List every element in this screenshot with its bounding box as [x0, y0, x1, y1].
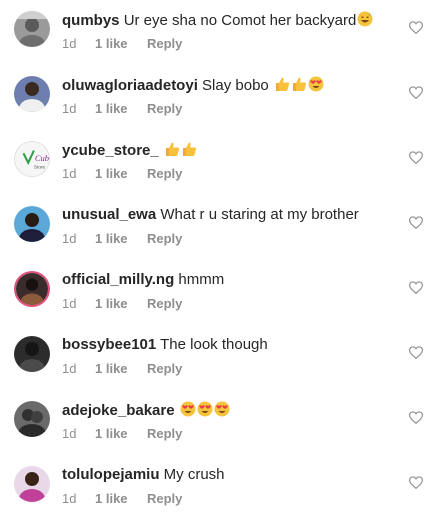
thumbs-up-emoji-icon — [164, 141, 180, 157]
comment-text: Slay bobo — [202, 77, 269, 94]
comment-item: bossybee101 The look though 1d 1 like Repl… — [0, 325, 443, 390]
reply-button[interactable]: Reply — [147, 166, 182, 181]
thumbs-up-emoji-icon — [291, 76, 307, 92]
comment-time: 1d — [62, 296, 77, 311]
like-heart-icon[interactable] — [409, 151, 423, 164]
like-heart-icon[interactable] — [409, 346, 423, 359]
comment-username[interactable]: official_milly.ng — [62, 271, 174, 288]
comment-text: What r u staring at my brother — [160, 206, 359, 223]
comment-item: qumbys Ur eye sha no Comot her backyard … — [0, 0, 443, 65]
comment-text: Ur eye sha no Comot her backyard — [123, 12, 357, 29]
grin-sweat-emoji-icon — [357, 11, 373, 27]
comment-likes[interactable]: 1 like — [95, 166, 147, 181]
comment-likes[interactable]: 1 like — [95, 491, 147, 506]
comment-time: 1d — [62, 36, 77, 51]
like-heart-icon[interactable] — [409, 216, 423, 229]
comment-likes[interactable]: 1 like — [95, 361, 147, 376]
thumbs-up-emoji-icon — [274, 76, 290, 92]
comment-item: CubeStore ycube_store_ 1d 1 likeReply — [0, 130, 443, 195]
avatar[interactable] — [14, 11, 50, 47]
comment-item: official_milly.ng hmmm 1d 1 like Reply — [0, 260, 443, 325]
heart-eyes-emoji-icon — [308, 76, 324, 92]
avatar[interactable] — [14, 401, 50, 437]
reply-button[interactable]: Reply — [147, 36, 182, 51]
reply-button[interactable]: Reply — [147, 296, 182, 311]
avatar[interactable] — [14, 76, 50, 112]
heart-eyes-emoji-icon — [180, 401, 196, 417]
comment-text: The look though — [160, 336, 268, 353]
comment-likes[interactable]: 1 like — [95, 231, 147, 246]
heart-eyes-emoji-icon — [197, 401, 213, 417]
comment-time: 1d — [62, 231, 77, 246]
avatar[interactable]: CubeStore — [14, 141, 50, 177]
comment-time: 1d — [62, 426, 77, 441]
reply-button[interactable]: Reply — [147, 231, 182, 246]
heart-eyes-emoji-icon — [214, 401, 230, 417]
comment-time: 1d — [62, 361, 77, 376]
like-heart-icon[interactable] — [409, 476, 423, 489]
comment-username[interactable]: tolulopejamiu — [62, 466, 160, 483]
comment-item: unusual_ewa What r u staring at my broth… — [0, 195, 443, 260]
comment-username[interactable]: qumbys — [62, 12, 120, 29]
like-heart-icon[interactable] — [409, 86, 423, 99]
comment-username[interactable]: ycube_store_ — [62, 142, 159, 159]
comment-time: 1d — [62, 101, 77, 116]
comment-likes[interactable]: 1 like — [95, 101, 147, 116]
reply-button[interactable]: Reply — [147, 101, 182, 116]
like-heart-icon[interactable] — [409, 411, 423, 424]
comment-item: tolulopejamiu My crush 1d 1 like Reply — [0, 455, 443, 520]
comment-likes[interactable]: 1 like — [95, 296, 147, 311]
comment-username[interactable]: adejoke_bakare — [62, 402, 175, 419]
comment-list: qumbys Ur eye sha no Comot her backyard … — [0, 0, 443, 512]
reply-button[interactable]: Reply — [147, 426, 182, 441]
comment-item: oluwagloriaadetoyi Slay bobo 1d 1 like Rep… — [0, 65, 443, 130]
avatar[interactable] — [14, 336, 50, 372]
comment-likes[interactable]: 1 like — [95, 36, 147, 51]
like-heart-icon[interactable] — [409, 21, 423, 34]
like-heart-icon[interactable] — [409, 281, 423, 294]
avatar[interactable] — [14, 466, 50, 502]
comment-text: My crush — [163, 466, 225, 483]
avatar[interactable] — [14, 206, 50, 242]
comment-item: adejoke_bakare 1d 1 like Reply — [0, 390, 443, 455]
comment-time: 1d — [62, 166, 77, 181]
comment-text: hmmm — [178, 271, 225, 288]
comment-username[interactable]: bossybee101 — [62, 336, 156, 353]
reply-button[interactable]: Reply — [147, 491, 182, 506]
comment-username[interactable]: unusual_ewa — [62, 206, 156, 223]
comment-username[interactable]: oluwagloriaadetoyi — [62, 77, 198, 94]
svg-text:Store: Store — [34, 164, 46, 170]
reply-button[interactable]: Reply — [147, 361, 182, 376]
avatar[interactable] — [14, 271, 50, 307]
comment-time: 1d — [62, 491, 77, 506]
comment-likes[interactable]: 1 like — [95, 426, 147, 441]
svg-text:Cube: Cube — [35, 153, 49, 163]
thumbs-up-emoji-icon — [181, 141, 197, 157]
